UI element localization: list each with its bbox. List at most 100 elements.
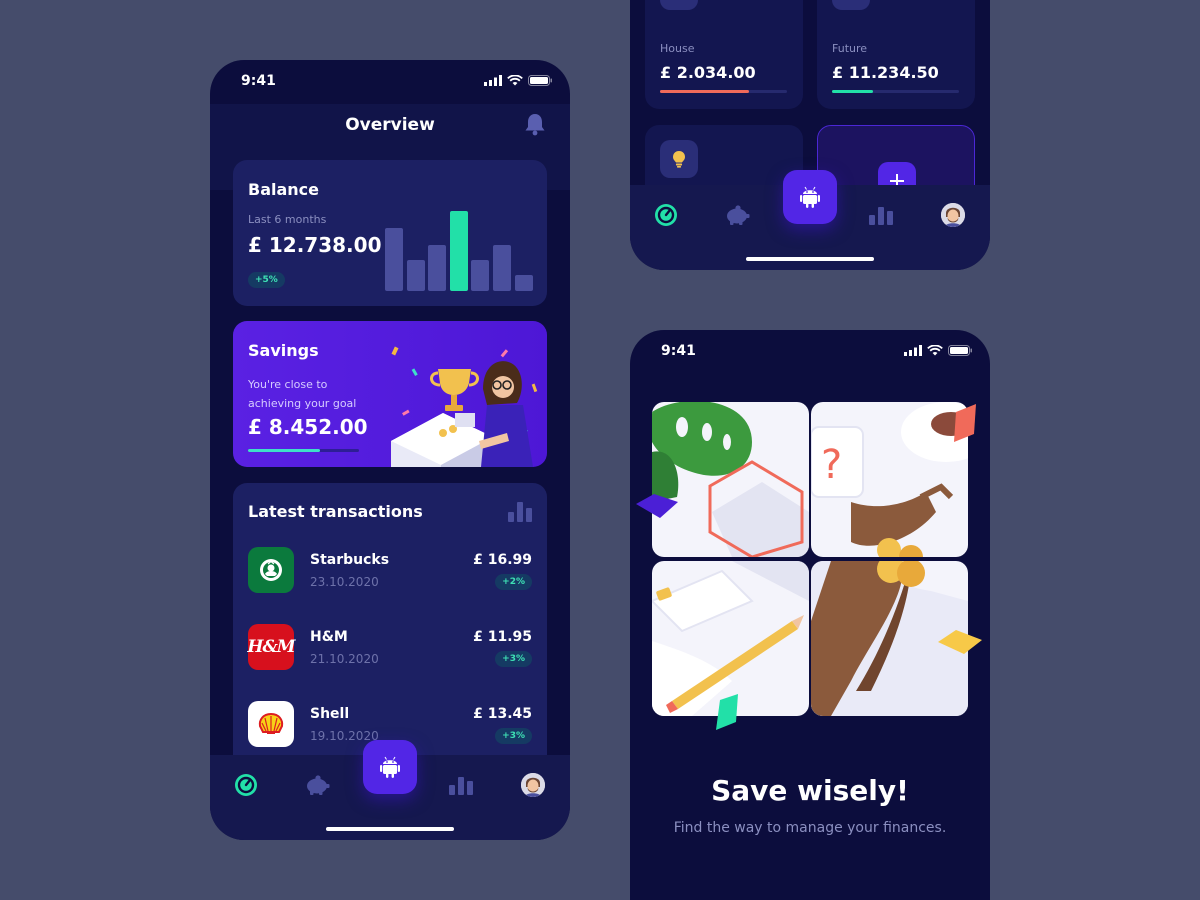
- transaction-change-badge: +2%: [495, 574, 532, 590]
- goal-icon: [660, 0, 698, 10]
- transactions-title: Latest transactions: [248, 502, 423, 521]
- monstera-leaf-icon: [652, 402, 809, 557]
- assistant-button[interactable]: [783, 170, 837, 224]
- goal-amount: £ 11.234.50: [832, 63, 939, 82]
- chart-icon: [449, 777, 473, 795]
- avatar: [941, 203, 965, 227]
- goal-label: Future: [832, 42, 868, 55]
- wifi-icon: [927, 345, 943, 356]
- question-bubble-icon: ?: [811, 402, 968, 557]
- bell-icon: [525, 114, 545, 136]
- savings-title: Savings: [248, 341, 319, 360]
- goal-label: House: [660, 42, 695, 55]
- balance-bar: [493, 245, 511, 291]
- tab-profile[interactable]: [520, 772, 546, 798]
- illustration-tile: [652, 402, 809, 557]
- avatar: [521, 773, 545, 797]
- yellow-gem-icon: [938, 630, 982, 654]
- piggy-bank-icon: [727, 205, 750, 225]
- balance-bar: [406, 259, 425, 291]
- balance-title: Balance: [248, 180, 319, 199]
- gauge-icon: [235, 774, 257, 796]
- assistant-button[interactable]: [363, 740, 417, 794]
- transaction-row[interactable]: H&M H&M 21.10.2020 £ 11.95 +3%: [247, 624, 532, 674]
- savings-amount: £ 8.452.00: [248, 415, 368, 439]
- hm-logo-text: H&M: [247, 637, 295, 657]
- goal-progress-bar: [832, 90, 959, 93]
- goal-card-house[interactable]: House £ 2.034.00: [645, 0, 803, 109]
- goal-progress-fill: [832, 90, 873, 93]
- onboarding-headline: Save wisely!: [711, 774, 909, 807]
- balance-bar: [449, 211, 468, 291]
- savings-card[interactable]: Savings You're close to achieving your g…: [233, 321, 547, 467]
- gauge-icon: [655, 204, 677, 226]
- tab-savings[interactable]: [724, 202, 750, 228]
- balance-bar: [471, 259, 490, 291]
- status-bar: 9:41: [630, 330, 990, 374]
- balance-card[interactable]: Balance Last 6 months £ 12.738.00 +5%: [233, 160, 547, 306]
- transaction-row[interactable]: Starbucks 23.10.2020 £ 16.99 +2%: [248, 547, 532, 597]
- hm-logo: H&M: [247, 624, 296, 670]
- transaction-amount: £ 13.45: [473, 706, 532, 722]
- savings-progress-bar: [248, 449, 359, 452]
- balance-bar: [428, 245, 447, 291]
- goal-amount: £ 2.034.00: [660, 63, 756, 82]
- tab-statistics[interactable]: [868, 202, 894, 228]
- signal-icon: [484, 75, 502, 86]
- shell-icon: [258, 712, 284, 734]
- transaction-date: 19.10.2020: [310, 729, 379, 743]
- transaction-change-badge: +3%: [495, 728, 532, 744]
- avatar-face-icon: [521, 773, 545, 797]
- transaction-amount: £ 16.99: [473, 552, 532, 568]
- transaction-name: Shell: [310, 706, 350, 722]
- chart-icon: [869, 207, 893, 225]
- notifications-button[interactable]: [524, 112, 546, 140]
- purple-gem-icon: [636, 494, 678, 518]
- goal-progress-fill: [660, 90, 749, 93]
- page-title: Overview: [345, 115, 435, 135]
- transaction-name: Starbucks: [310, 552, 390, 568]
- goals-screen: House £ 2.034.00 Future £ 11.234.50: [630, 0, 990, 270]
- android-icon: [380, 756, 400, 778]
- balance-bar: [385, 227, 403, 291]
- status-time: 9:41: [661, 343, 696, 359]
- starbucks-siren-icon: [260, 559, 282, 581]
- avatar-face-icon: [941, 203, 965, 227]
- tab-dashboard[interactable]: [233, 772, 259, 798]
- battery-icon: [528, 75, 552, 86]
- balance-bar-chart: [385, 211, 533, 291]
- balance-period: Last 6 months: [248, 213, 327, 226]
- tab-profile[interactable]: [940, 202, 966, 228]
- transaction-change-badge: +3%: [495, 651, 532, 667]
- tab-statistics[interactable]: [448, 772, 474, 798]
- overview-screen: 9:41 Overview Balance Last 6 months £ 12…: [210, 60, 570, 840]
- home-indicator[interactable]: [746, 257, 874, 261]
- status-time: 9:41: [241, 73, 276, 89]
- balance-amount: £ 12.738.00: [248, 233, 382, 257]
- savings-subtitle: You're close to achieving your goal: [248, 378, 357, 410]
- transaction-name: H&M: [310, 629, 348, 645]
- transaction-date: 21.10.2020: [310, 652, 379, 666]
- goal-icon: [832, 0, 870, 10]
- savings-progress-fill: [248, 449, 321, 452]
- home-indicator[interactable]: [326, 827, 454, 831]
- tab-savings[interactable]: [304, 772, 330, 798]
- starbucks-logo: [248, 547, 294, 593]
- battery-icon: [948, 345, 972, 356]
- transactions-card: Latest transactions Starbucks 23.10.2020…: [233, 483, 547, 773]
- goal-card-future[interactable]: Future £ 11.234.50: [817, 0, 975, 109]
- balance-bar: [514, 275, 533, 291]
- piggy-bank-icon: [307, 775, 330, 795]
- android-icon: [800, 186, 820, 208]
- status-bar: 9:41: [210, 60, 570, 104]
- shell-logo: [248, 701, 294, 747]
- tab-dashboard[interactable]: [653, 202, 679, 228]
- illustration-tile: ?: [811, 402, 968, 557]
- green-gem-icon: [716, 694, 738, 730]
- chart-icon[interactable]: [508, 502, 532, 522]
- lightbulb-icon: [673, 151, 685, 168]
- transaction-amount: £ 11.95: [473, 629, 532, 645]
- red-gem-icon: [954, 404, 976, 442]
- goal-icon: [660, 140, 698, 178]
- trophy-illustration: [391, 346, 538, 467]
